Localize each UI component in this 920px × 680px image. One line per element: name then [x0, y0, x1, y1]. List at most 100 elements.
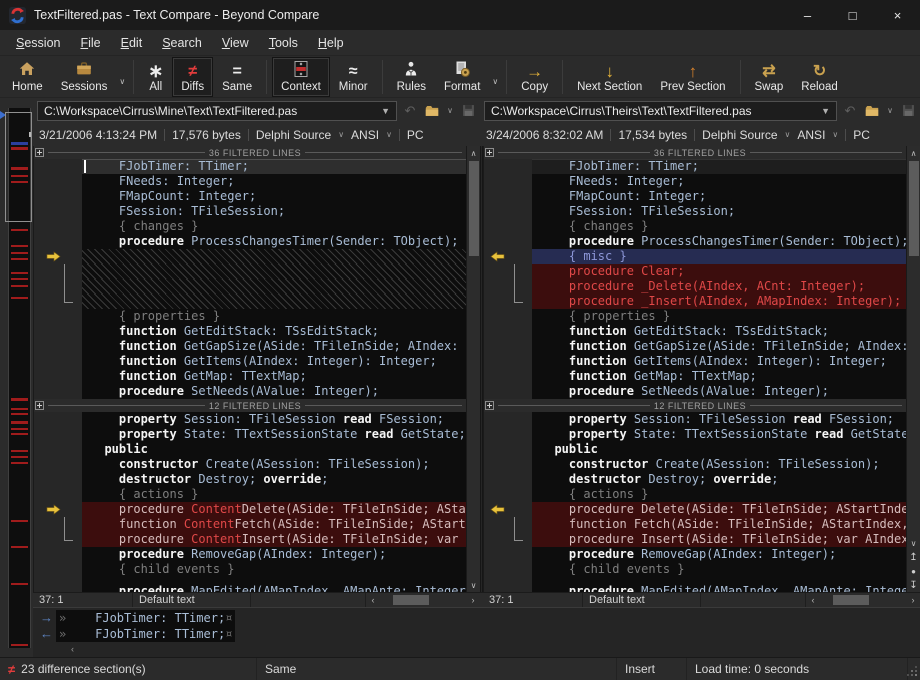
scrollbar-thumb[interactable] — [469, 161, 479, 256]
scroll-down-icon[interactable]: ∨ — [467, 578, 481, 592]
scroll-up-icon[interactable]: ∧ — [467, 146, 481, 160]
copy-section-left-icon[interactable] — [490, 504, 505, 515]
save-icon[interactable] — [899, 102, 917, 120]
code-line[interactable]: public — [484, 442, 920, 457]
menu-file[interactable]: File — [70, 32, 110, 54]
code-line[interactable]: { properties } — [34, 309, 480, 324]
code-line[interactable] — [34, 264, 480, 279]
scroll-right-icon[interactable]: › — [466, 595, 480, 605]
code-line[interactable]: procedure _Insert(AIndex, AMapIndex: Int… — [484, 294, 920, 309]
code-line[interactable]: function GetGapSize(ASide: TFileInSide; … — [34, 339, 480, 354]
code-line[interactable]: procedure RemoveGap(AIndex: Integer); — [34, 547, 480, 562]
current-difference-icon[interactable]: ● — [907, 564, 920, 578]
swap-button[interactable]: ⇄Swap — [746, 57, 793, 97]
maximize-button[interactable]: □ — [830, 0, 875, 30]
code-line[interactable]: procedure MapEdited(AMapIndex, AMapAnte:… — [484, 577, 920, 592]
copy-section-left-icon[interactable] — [490, 251, 505, 262]
right-horizontal-scrollbar[interactable]: ‹ › — [806, 593, 920, 607]
expand-section-button[interactable] — [35, 148, 44, 157]
next-section-button[interactable]: ↓Next Section — [568, 57, 651, 97]
right-format-select[interactable]: Delphi Source — [702, 128, 777, 142]
prev-difference-icon[interactable]: ↥ — [907, 550, 920, 564]
code-line[interactable]: { child events } — [484, 562, 920, 577]
detail-line-text[interactable]: » FJobTimer: TTimer;¤ — [56, 610, 235, 626]
menu-session[interactable]: Session — [6, 32, 70, 54]
code-line[interactable]: function ContentFetch(ASide: TFileInSide… — [34, 517, 480, 532]
prev-section-button[interactable]: ↑Prev Section — [651, 57, 734, 97]
left-vertical-scrollbar[interactable]: ∧ ∨ — [466, 146, 480, 592]
code-line[interactable]: FJobTimer: TTimer; — [484, 159, 920, 174]
code-line[interactable]: FSession: TFileSession; — [484, 204, 920, 219]
sessions-button[interactable]: Sessions — [52, 57, 117, 97]
code-line[interactable]: procedure SetNeeds(AValue: Integer); — [484, 384, 920, 399]
scroll-down-icon[interactable]: ∨ — [907, 536, 920, 550]
chevron-down-icon[interactable]: ∨ — [338, 130, 344, 139]
code-line[interactable]: FJobTimer: TTimer; — [34, 159, 480, 174]
minimize-button[interactable]: – — [785, 0, 830, 30]
scrollbar-thumb[interactable] — [393, 595, 429, 605]
diffs-button[interactable]: ≠Diffs — [172, 57, 213, 97]
left-encoding-select[interactable]: ANSI — [351, 128, 379, 142]
code-line[interactable]: { properties } — [484, 309, 920, 324]
expand-section-button[interactable] — [485, 148, 494, 157]
code-line[interactable]: destructor Destroy; override; — [484, 472, 920, 487]
overview-map[interactable] — [8, 108, 31, 648]
home-button[interactable]: Home — [3, 57, 52, 97]
chevron-down-icon[interactable]: ∨ — [386, 130, 392, 139]
copy-button[interactable]: →Copy — [512, 57, 557, 97]
expand-section-button[interactable] — [485, 401, 494, 410]
right-vertical-scrollbar[interactable]: ∧ ∨ ↥ ● ↧ — [906, 146, 920, 592]
code-line[interactable]: FSession: TFileSession; — [34, 204, 480, 219]
code-line[interactable]: property State: TTextSessionState read G… — [484, 427, 920, 442]
code-line[interactable]: procedure ContentInsert(ASide: TFileInSi… — [34, 532, 480, 547]
code-line[interactable]: function GetEditStack: TSsEditStack; — [34, 324, 480, 339]
code-line[interactable]: { misc } — [484, 249, 920, 264]
code-line[interactable]: function GetItems(AIndex: Integer): Inte… — [34, 354, 480, 369]
scroll-left-icon[interactable]: ‹ — [71, 644, 74, 654]
revert-icon[interactable]: ↶ — [841, 102, 859, 120]
code-line[interactable]: function GetEditStack: TSsEditStack; — [484, 324, 920, 339]
code-line[interactable]: FNeeds: Integer; — [484, 174, 920, 189]
chevron-down-icon[interactable]: ▼ — [815, 106, 830, 116]
minor-button[interactable]: ≈Minor — [330, 57, 377, 97]
code-line[interactable]: { changes } — [484, 219, 920, 234]
code-line[interactable]: procedure Delete(ASide: TFileInSide; ASt… — [484, 502, 920, 517]
all-button[interactable]: ∗All — [139, 57, 172, 97]
code-line[interactable]: FMapCount: Integer; — [34, 189, 480, 204]
code-line[interactable]: property State: TTextSessionState read G… — [34, 427, 480, 442]
code-line[interactable]: procedure _Delete(AIndex, ACnt: Integer)… — [484, 279, 920, 294]
chevron-down-icon[interactable]: ▼ — [375, 106, 390, 116]
left-line-ending[interactable]: PC — [407, 128, 424, 142]
close-button[interactable]: × — [875, 0, 920, 30]
format-button[interactable]: Format — [435, 57, 489, 97]
scroll-left-icon[interactable]: ‹ — [806, 595, 820, 605]
menu-help[interactable]: Help — [308, 32, 354, 54]
chevron-down-icon[interactable]: ∨ — [445, 106, 455, 115]
code-line[interactable]: function GetMap: TTextMap; — [34, 369, 480, 384]
code-line[interactable]: FNeeds: Integer; — [34, 174, 480, 189]
scroll-left-icon[interactable]: ‹ — [366, 595, 380, 605]
right-path-combobox[interactable]: C:\Workspace\Cirrus\Theirs\Text\TextFilt… — [484, 101, 837, 121]
code-line[interactable] — [34, 279, 480, 294]
code-line[interactable]: procedure SetNeeds(AValue: Integer); — [34, 384, 480, 399]
sessions-dropdown-chevron-icon[interactable]: ∨ — [116, 77, 128, 86]
menu-search[interactable]: Search — [152, 32, 212, 54]
code-line[interactable]: property Session: TFileSession read FSes… — [34, 412, 480, 427]
left-path-combobox[interactable]: C:\Workspace\Cirrus\Mine\Text\TextFilter… — [37, 101, 397, 121]
format-dropdown-chevron-icon[interactable]: ∨ — [489, 77, 501, 86]
code-line[interactable]: public — [34, 442, 480, 457]
right-line-ending[interactable]: PC — [853, 128, 870, 142]
code-line[interactable]: procedure RemoveGap(AIndex: Integer); — [484, 547, 920, 562]
left-horizontal-scrollbar[interactable]: ‹ › — [366, 593, 480, 607]
code-line[interactable]: constructor Create(ASession: TFileSessio… — [484, 457, 920, 472]
scroll-right-icon[interactable]: › — [906, 595, 920, 605]
resize-grip[interactable] — [908, 658, 920, 680]
scrollbar-thumb[interactable] — [833, 595, 869, 605]
reload-button[interactable]: ↻Reload — [792, 57, 846, 97]
code-line[interactable]: function GetMap: TTextMap; — [484, 369, 920, 384]
rules-button[interactable]: Rules — [388, 57, 435, 97]
copy-section-right-icon[interactable] — [46, 251, 61, 262]
scrollbar-thumb[interactable] — [909, 161, 919, 256]
code-line[interactable]: destructor Destroy; override; — [34, 472, 480, 487]
code-line[interactable]: property Session: TFileSession read FSes… — [484, 412, 920, 427]
